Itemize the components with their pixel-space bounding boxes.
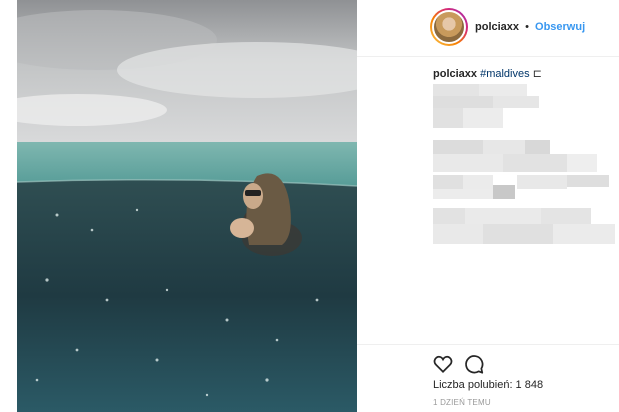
caption: polciaxx #maldives ⊏ [433,67,542,80]
post-sidebar: polciaxx • Obserwuj polciaxx #maldives ⊏ [357,0,619,412]
post-actions: Liczba polubień: 1 848 1 DZIEŃ TEMU [357,344,619,412]
post-photo[interactable] [17,0,357,412]
post-header: polciaxx • Obserwuj [357,0,619,57]
caption-emoji: ⊏ [532,68,542,80]
caption-username[interactable]: polciaxx [433,68,477,80]
likes-text: Liczba polubień: 1 848 [433,379,544,391]
avatar-image [432,10,466,44]
caption-hashtag[interactable]: #maldives [480,68,530,80]
heart-icon[interactable] [432,353,454,375]
likes-count[interactable]: Liczba polubień: 1 848 [433,379,543,391]
separator-dot: • [525,21,529,33]
post-timestamp[interactable]: 1 DZIEŃ TEMU [433,398,491,407]
post-photo-image [17,0,357,412]
avatar[interactable] [430,8,468,46]
header-text: polciaxx • Obserwuj [475,21,585,33]
comment-icon[interactable] [463,353,485,375]
follow-button[interactable]: Obserwuj [535,21,585,33]
username-link[interactable]: polciaxx [475,21,519,33]
